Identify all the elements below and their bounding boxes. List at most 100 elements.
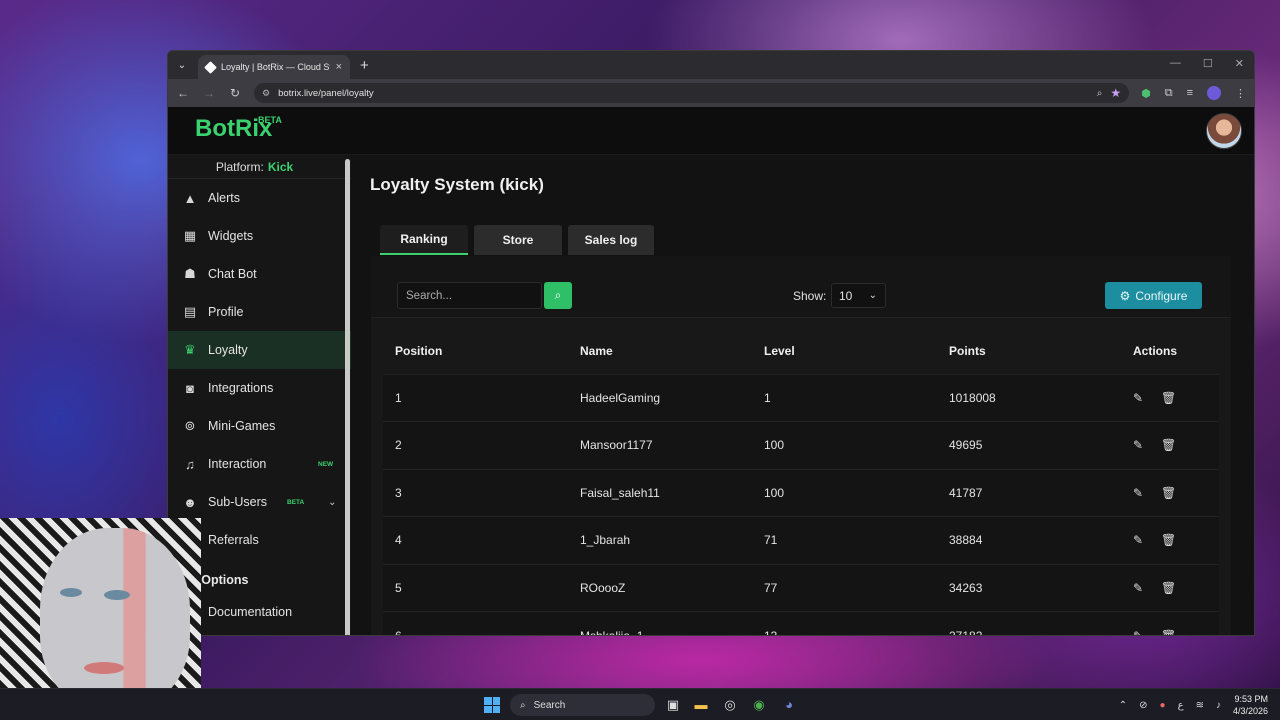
minimize-icon[interactable]: —: [1170, 57, 1181, 70]
app-icon[interactable]: ◎: [721, 696, 739, 714]
sidebar-item-profile[interactable]: ▤ Profile: [168, 293, 351, 331]
search-icon: ⌕: [520, 699, 526, 711]
column-header-level: Level: [764, 343, 795, 358]
edit-icon[interactable]: ✎: [1133, 486, 1161, 500]
botrix-favicon-icon: [204, 60, 217, 74]
clock-date: 4/3/2026: [1232, 706, 1268, 716]
trash-icon[interactable]: 🗑: [1161, 486, 1189, 500]
forward-icon[interactable]: →: [202, 86, 216, 100]
configure-button[interactable]: ⚙ Configure: [1105, 282, 1202, 309]
sidebar-scrollbar[interactable]: [345, 159, 350, 635]
cell-position: 6: [383, 611, 568, 635]
page-size-select[interactable]: 10 ⌄: [831, 283, 886, 308]
tab-close-icon[interactable]: ×: [336, 61, 342, 73]
address-bar[interactable]: ⚙ botrix.live/panel/loyalty ⌕ ★: [254, 83, 1130, 103]
microphone-icon[interactable]: ●: [1160, 700, 1166, 711]
table-row: 4 1_Jbarah 71 38884 ✎ 🗑: [383, 516, 1219, 564]
cell-level: 71: [752, 516, 937, 564]
table-row: 2 Mansoor1177 100 49695 ✎ 🗑: [383, 421, 1219, 469]
tab-ranking[interactable]: Ranking: [380, 225, 468, 255]
chevron-up-icon[interactable]: ⌃: [1119, 700, 1127, 711]
maximize-icon[interactable]: ☐: [1203, 57, 1213, 70]
system-clock[interactable]: 9:53 PM 4/3/2026: [1233, 693, 1268, 717]
cell-points: 38884: [937, 516, 1121, 564]
sidebar-item-label: Widgets: [208, 229, 254, 243]
browser-window: ⌄ Loyalty | BotRix — Cloud Stream × + — …: [167, 50, 1255, 636]
sidebar-item-widgets[interactable]: ▦ Widgets: [168, 217, 351, 255]
app-header: BotRix BETA: [168, 107, 1254, 155]
edit-icon[interactable]: ✎: [1133, 581, 1161, 595]
sidebar-item-loyalty[interactable]: ♛ Loyalty: [168, 331, 351, 369]
media-queue-icon[interactable]: ≡: [1187, 87, 1193, 99]
profile-icon[interactable]: [1207, 86, 1221, 100]
task-view-icon[interactable]: ▣: [664, 696, 682, 714]
search-input[interactable]: [397, 282, 542, 309]
sidebar-item-chat-bot[interactable]: ☗ Chat Bot: [168, 255, 351, 293]
trash-icon[interactable]: 🗑: [1161, 438, 1189, 452]
site-info-icon[interactable]: ⚙: [262, 88, 270, 99]
file-explorer-icon[interactable]: ▬: [692, 696, 710, 714]
windows-start-icon[interactable]: [484, 697, 500, 713]
trash-icon[interactable]: 🗑: [1161, 391, 1189, 405]
sidebar-item-interaction[interactable]: ♫ Interaction NEW: [168, 445, 351, 483]
browser-menu-icon[interactable]: ⋮: [1235, 87, 1246, 100]
grid-icon: ▦: [183, 228, 197, 243]
tab-sales-log[interactable]: Sales log: [568, 225, 654, 255]
table-row: 6 Mshkaljia_1 13 27182 ✎ 🗑: [383, 611, 1219, 636]
search-button[interactable]: ⌕: [544, 282, 572, 309]
edit-icon[interactable]: ✎: [1133, 629, 1161, 636]
taskbar-search[interactable]: ⌕ Search: [510, 694, 655, 716]
robot-icon: ☗: [184, 266, 196, 281]
bookmark-star-icon[interactable]: ★: [1110, 86, 1121, 100]
edit-icon[interactable]: ✎: [1133, 391, 1161, 405]
trash-icon[interactable]: 🗑: [1161, 533, 1189, 547]
configure-label: Configure: [1135, 288, 1188, 303]
cell-name: Mshkaljia_1: [568, 611, 752, 635]
chrome-icon[interactable]: ◉: [750, 696, 768, 714]
browser-tab[interactable]: Loyalty | BotRix — Cloud Stream ×: [198, 55, 350, 79]
trash-icon[interactable]: 🗑: [1161, 629, 1189, 636]
wifi-icon[interactable]: ≋: [1196, 700, 1204, 711]
trash-icon[interactable]: 🗑: [1161, 581, 1189, 595]
extension-shield-icon[interactable]: ⬢: [1141, 87, 1151, 100]
chevron-down-icon[interactable]: ⌄: [328, 497, 336, 508]
network-off-icon[interactable]: ⊘: [1139, 700, 1147, 711]
sidebar-item-integrations[interactable]: ◙ Integrations: [168, 369, 351, 407]
extensions-puzzle-icon[interactable]: ⧉: [1165, 87, 1173, 100]
sidebar-item-sub-users[interactable]: ☻ Sub-Users BETA ⌄: [168, 483, 351, 521]
chevron-down-icon: ⌄: [868, 290, 877, 301]
reload-icon[interactable]: ↻: [228, 86, 242, 100]
system-tray: ⌃ ⊘ ● ع ≋ ♪ 9:53 PM 4/3/2026: [1119, 693, 1268, 717]
edit-icon[interactable]: ✎: [1133, 533, 1161, 547]
cell-points: 27182: [937, 611, 1121, 635]
tab-search-icon[interactable]: ⌄: [172, 55, 192, 75]
browser-toolbar: ← → ↻ ⚙ botrix.live/panel/loyalty ⌕ ★ ⬢ …: [168, 79, 1254, 107]
back-icon[interactable]: ←: [176, 86, 190, 100]
close-window-icon[interactable]: ✕: [1235, 57, 1244, 70]
trophy-icon: ♛: [184, 342, 196, 357]
tab-store[interactable]: Store: [474, 225, 562, 255]
zoom-icon[interactable]: ⌕: [1097, 88, 1103, 99]
volume-icon[interactable]: ♪: [1216, 700, 1221, 711]
user-avatar[interactable]: [1206, 113, 1242, 149]
cell-position: 3: [383, 468, 568, 517]
sidebar-item-alerts[interactable]: ▲ Alerts: [168, 179, 351, 217]
new-tab-button[interactable]: +: [360, 57, 369, 74]
language-icon[interactable]: ع: [1178, 700, 1184, 711]
table-row: 5 ROoooZ 77 34263 ✎ 🗑: [383, 563, 1219, 612]
cell-actions: ✎ 🗑: [1121, 516, 1219, 564]
cell-name: HadeelGaming: [568, 373, 752, 422]
discord-taskbar-icon[interactable]: ◕: [780, 696, 798, 714]
page-title: Loyalty System (kick): [370, 175, 544, 194]
platform-indicator: Platform: Kick: [168, 155, 351, 179]
cell-level: 13: [752, 611, 937, 635]
edit-icon[interactable]: ✎: [1133, 438, 1161, 452]
url-text[interactable]: botrix.live/panel/loyalty: [278, 88, 1089, 99]
sidebar-item-mini-games[interactable]: ⊚ Mini-Games: [168, 407, 351, 445]
loyalty-tabs: Ranking Store Sales log: [380, 225, 654, 255]
sidebar-item-label: Integrations: [208, 381, 274, 395]
id-card-icon: ▤: [183, 304, 197, 319]
sidebar-item-label: Chat Bot: [208, 267, 257, 281]
users-icon: ☻: [183, 494, 197, 510]
logo-beta-badge: BETA: [258, 115, 282, 125]
